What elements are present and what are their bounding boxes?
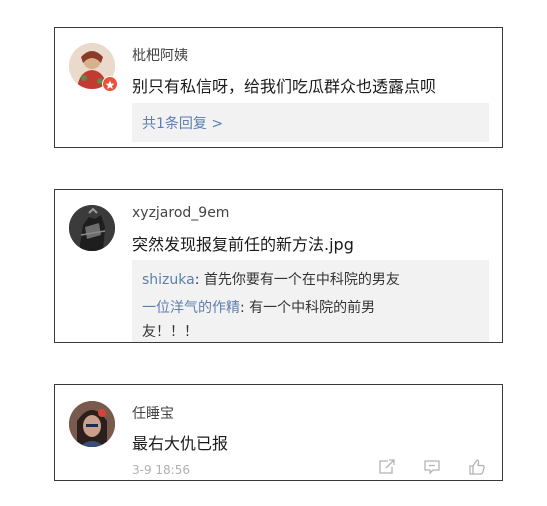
comment-timestamp: 3-9 18:56	[132, 463, 190, 477]
reply-text: 有一个中科院的前男	[249, 300, 376, 316]
comment-card: xyzjarod_9em 突然发现报复前任的新方法.jpg shizuka: 首…	[54, 189, 503, 343]
thumbs-up-icon[interactable]	[468, 459, 486, 475]
view-replies-link[interactable]: 共1条回复 >	[142, 113, 223, 133]
replies-box: shizuka: 首先你要有一个在中科院的男友 一位洋气的作精: 有一个中科院的…	[132, 260, 489, 342]
reply-separator: :	[240, 300, 250, 316]
comment-text: 最右大仇已报	[132, 434, 229, 453]
reply-text-continued: 友！！！	[142, 324, 198, 340]
reply-username[interactable]: shizuka	[142, 272, 195, 288]
reply-summary-box: 共1条回复 >	[132, 103, 489, 142]
reply-separator: :	[194, 272, 204, 288]
comment-text: 突然发现报复前任的新方法.jpg	[132, 235, 354, 254]
comment-text: 别只有私信呀，给我们吃瓜群众也透露点呗	[132, 77, 437, 96]
reply-item: shizuka: 首先你要有一个在中科院的男友	[142, 269, 400, 289]
reply-text: 首先你要有一个在中科院的男友	[203, 272, 400, 288]
share-icon[interactable]	[378, 459, 396, 475]
comment-icon[interactable]	[423, 459, 441, 475]
avatar[interactable]	[69, 205, 115, 251]
comment-card: 枇杷阿姨 别只有私信呀，给我们吃瓜群众也透露点呗 共1条回复 >	[54, 27, 503, 148]
reply-username[interactable]: 一位洋气的作精	[142, 300, 240, 316]
comment-username[interactable]: 任睡宝	[132, 403, 174, 423]
vip-badge-icon	[102, 76, 118, 92]
comment-card: 任睡宝 最右大仇已报 3-9 18:56	[54, 384, 503, 481]
comment-username[interactable]: xyzjarod_9em	[132, 205, 229, 221]
avatar[interactable]	[69, 401, 115, 447]
comment-username[interactable]: 枇杷阿姨	[132, 45, 188, 65]
reply-item: 一位洋气的作精: 有一个中科院的前男	[142, 297, 375, 317]
